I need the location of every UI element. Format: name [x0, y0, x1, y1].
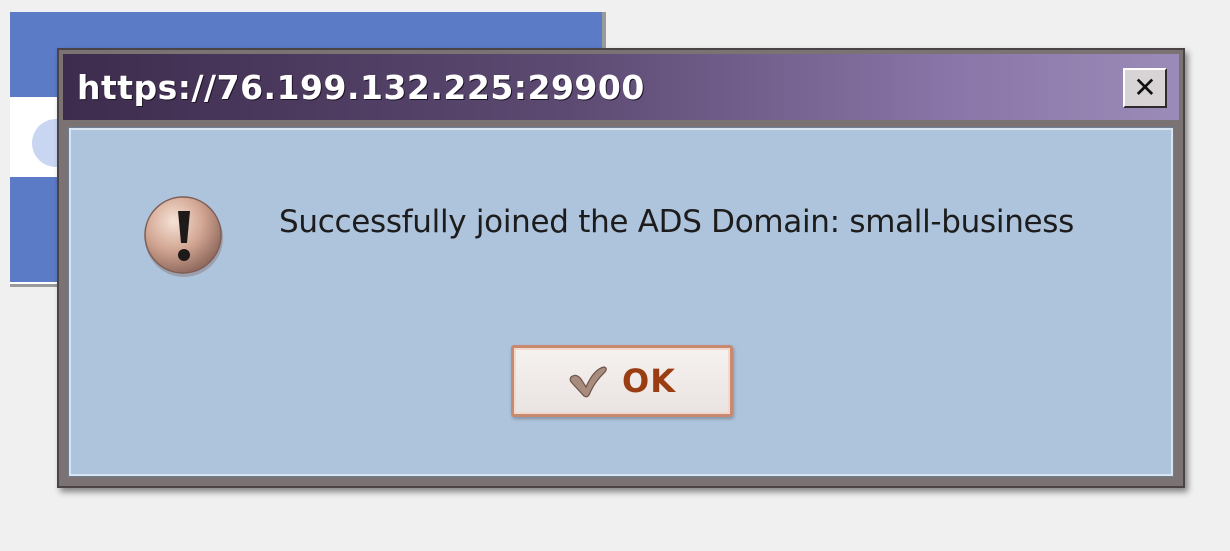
close-icon: ✕: [1133, 71, 1157, 104]
exclamation-icon: [144, 196, 223, 277]
dialog-body: Successfully joined the ADS Domain: smal…: [68, 127, 1174, 477]
close-button[interactable]: ✕: [1123, 68, 1167, 108]
alert-dialog: https://76.199.132.225:29900 ✕ Successfu…: [57, 48, 1185, 488]
dialog-message: Successfully joined the ADS Domain: smal…: [279, 204, 1075, 240]
ok-button-label: OK: [622, 362, 676, 400]
checkmark-icon: [569, 366, 607, 398]
ok-button[interactable]: OK: [511, 345, 733, 417]
dialog-titlebar[interactable]: https://76.199.132.225:29900 ✕: [63, 54, 1179, 120]
screen: https://76.199.132.225:29900 ✕ Successfu…: [0, 0, 1230, 551]
dialog-title: https://76.199.132.225:29900: [77, 67, 645, 107]
